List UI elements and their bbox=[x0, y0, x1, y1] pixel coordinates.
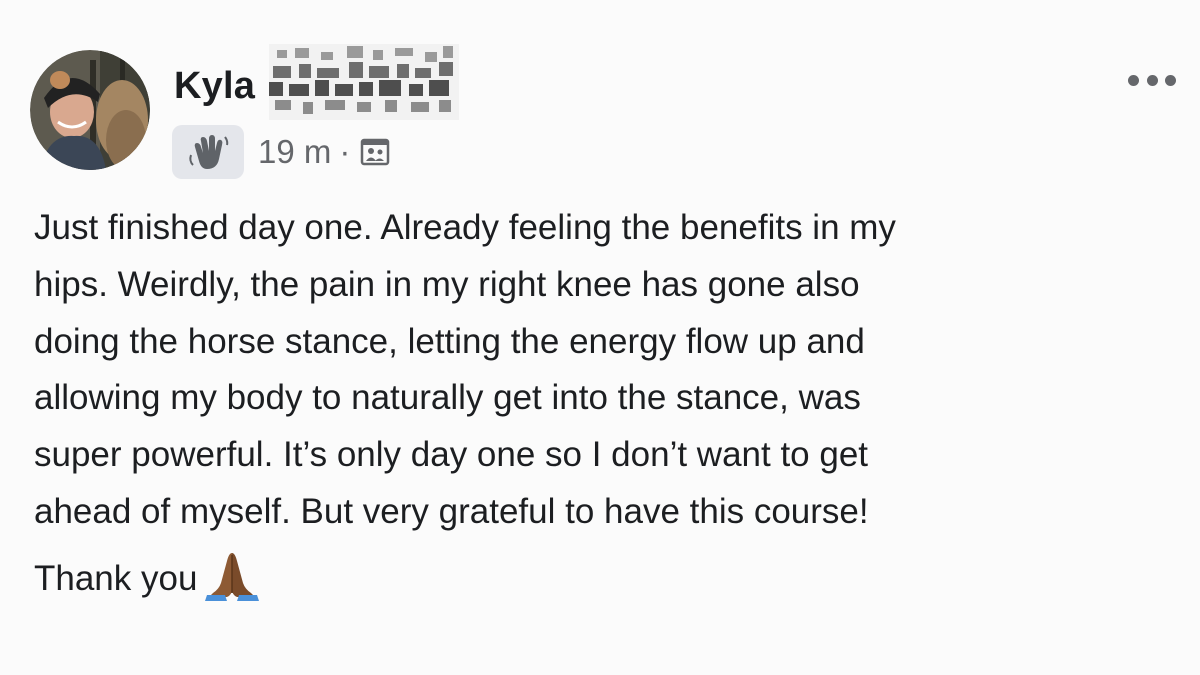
post-text-line: ahead of myself. But very grateful to ha… bbox=[34, 491, 869, 531]
post-closing-text: Thank you bbox=[34, 558, 198, 598]
waving-hand-icon[interactable] bbox=[172, 125, 244, 179]
author-row: Kyla bbox=[174, 44, 460, 126]
post-meta: 19 m · bbox=[172, 124, 390, 180]
group-audience-icon[interactable] bbox=[360, 137, 390, 167]
post-body: Just finished day one. Already feeling t… bbox=[34, 200, 1174, 608]
more-dot bbox=[1146, 74, 1158, 86]
post-card: Kyla 19 m · Just finished day one. Alrea… bbox=[0, 0, 1200, 675]
post-text-line: doing the horse stance, letting the ener… bbox=[34, 321, 865, 361]
post-text-line: super powerful. It’s only day one so I d… bbox=[34, 435, 869, 475]
more-dot bbox=[1128, 74, 1139, 86]
post-closing-line: Thank you bbox=[34, 551, 1174, 608]
author-avatar[interactable] bbox=[30, 50, 150, 170]
author-name[interactable]: Kyla bbox=[174, 65, 255, 108]
more-dot bbox=[1165, 74, 1176, 86]
folded-hands-icon bbox=[205, 549, 260, 602]
post-text-line: Just finished day one. Already feeling t… bbox=[34, 208, 896, 247]
post-text-line: hips. Weirdly, the pain in my right knee… bbox=[34, 264, 860, 304]
meta-separator: · bbox=[339, 133, 351, 170]
avatar-image bbox=[30, 50, 150, 170]
redacted-last-name bbox=[269, 44, 460, 120]
post-timestamp[interactable]: 19 m bbox=[258, 133, 331, 171]
more-options-icon[interactable] bbox=[1128, 66, 1176, 94]
post-text-line: allowing my body to naturally get into t… bbox=[34, 378, 861, 418]
